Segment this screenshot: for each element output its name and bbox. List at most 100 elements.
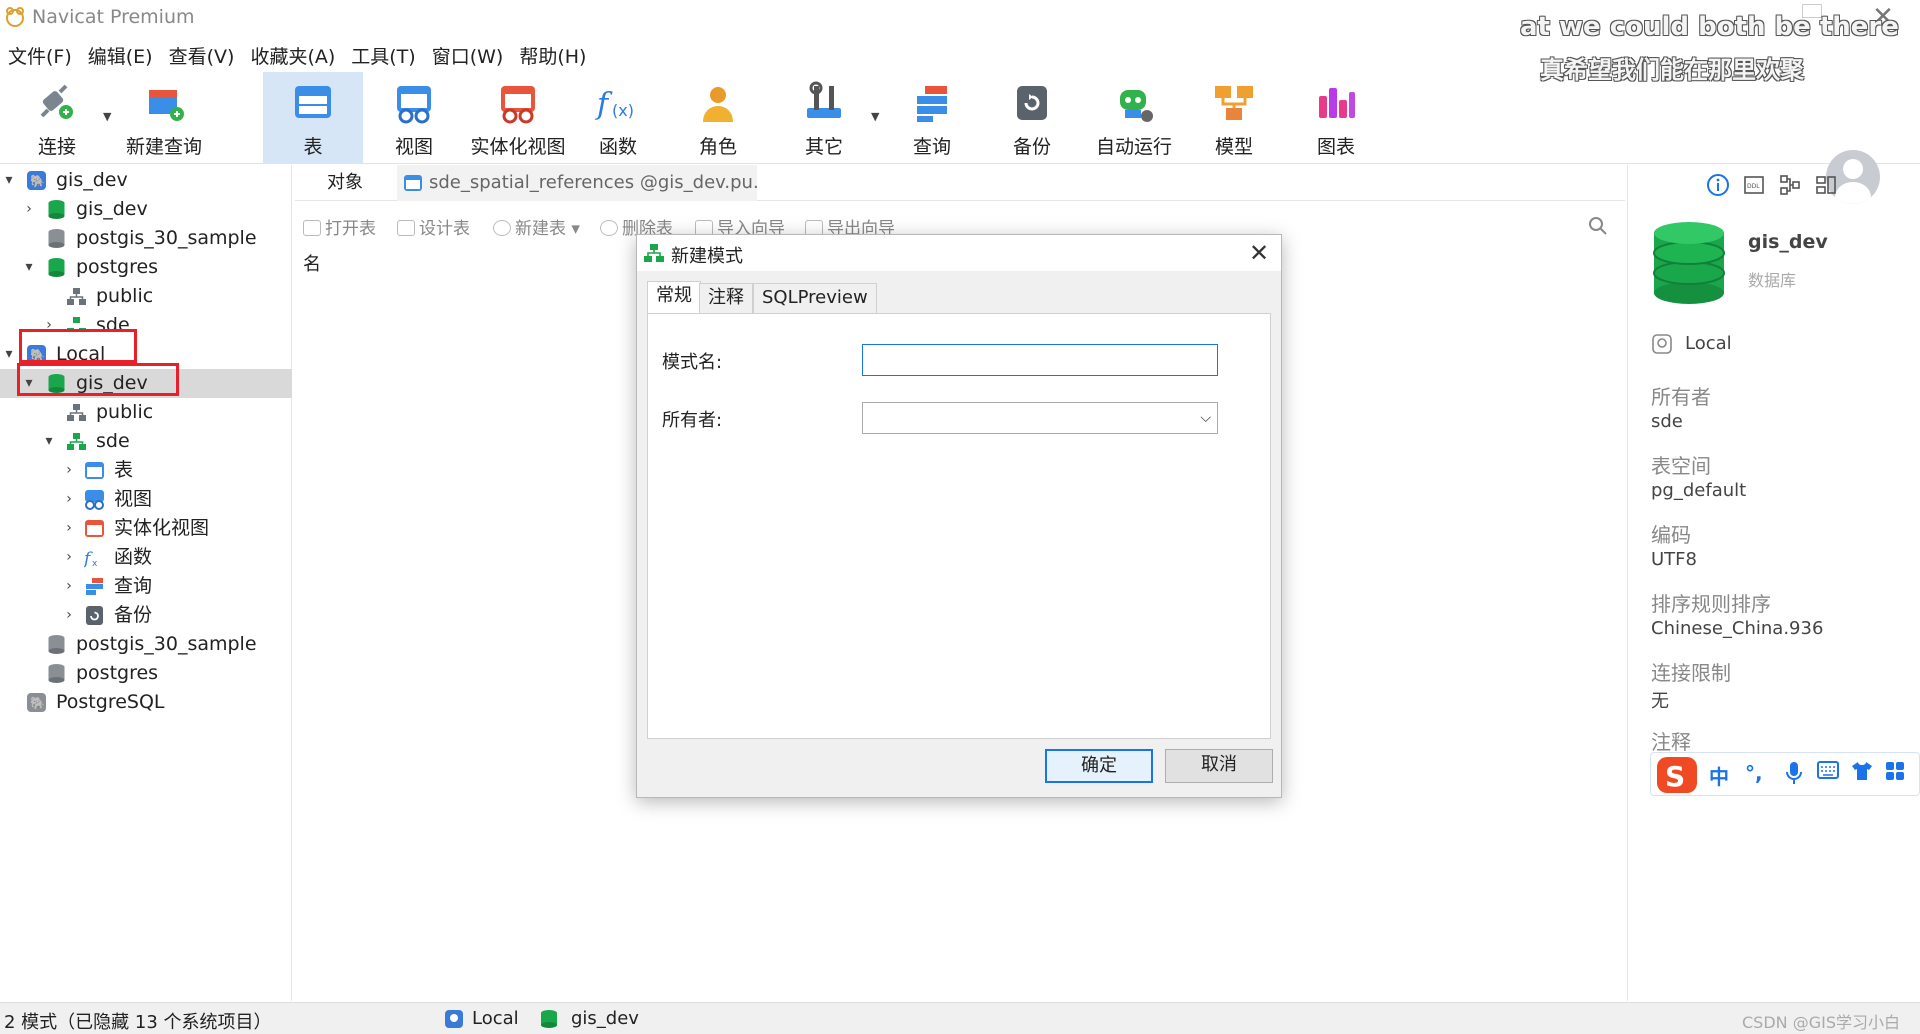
info-panel: DDL gis_dev 数据库 Local 所有者 sde 表空间 pg_def… xyxy=(1627,165,1920,1001)
tree-label: postgres xyxy=(76,662,159,684)
owner-select[interactable]: ⌵ xyxy=(862,402,1218,434)
tree-label: 表 xyxy=(114,459,134,481)
toolbar-other-button[interactable]: 其它 xyxy=(790,72,858,164)
skin-shirt-icon[interactable] xyxy=(1851,761,1873,781)
dependencies-icon[interactable] xyxy=(1778,173,1802,197)
keyboard-icon[interactable] xyxy=(1817,761,1839,779)
main-toolbar: 连接 ▼ 新建查询 表 视图 实体化视图 f (x) 函数 角色 其它 ▼ 查询… xyxy=(0,72,1920,204)
tree-schema-public[interactable]: public xyxy=(0,282,292,311)
tree-category-queries[interactable]: › 查询 xyxy=(0,572,292,601)
chevron-down-icon[interactable]: ▾ xyxy=(42,427,56,456)
chevron-right-icon[interactable]: › xyxy=(62,514,76,543)
cancel-button[interactable]: 取消 xyxy=(1165,749,1273,783)
dialog-tab-general[interactable]: 常规 xyxy=(647,281,701,313)
open-table-button[interactable]: 打开表 xyxy=(303,214,376,239)
database-icon xyxy=(48,664,65,683)
tree-label: postgres xyxy=(76,256,159,278)
ok-button[interactable]: 确定 xyxy=(1045,749,1153,783)
menu-view[interactable]: 查看(V) xyxy=(161,38,243,68)
tree-category-functions[interactable]: › fx 函数 xyxy=(0,543,292,572)
database-icon xyxy=(48,200,65,219)
tree-database-postgres[interactable]: ▾ postgres xyxy=(0,253,292,282)
pencil-icon xyxy=(397,220,415,236)
chevron-down-icon[interactable]: ▾ xyxy=(22,253,36,282)
menu-window[interactable]: 窗口(W) xyxy=(424,38,512,68)
grid-menu-icon[interactable] xyxy=(1885,761,1905,781)
chevron-right-icon[interactable]: › xyxy=(62,485,76,514)
toolbar-connect-button[interactable]: 连接 xyxy=(20,72,94,164)
database-icon xyxy=(48,229,65,248)
tree-schema-public[interactable]: public xyxy=(0,398,292,427)
menu-tools[interactable]: 工具(T) xyxy=(343,38,423,68)
backup-icon xyxy=(86,606,103,625)
window-title: Navicat Premium xyxy=(32,6,195,28)
toolbar-backup-button[interactable]: 备份 xyxy=(998,72,1066,164)
tree-category-views[interactable]: › 视图 xyxy=(0,485,292,514)
menu-file[interactable]: 文件(F) xyxy=(0,38,80,68)
menu-favorites[interactable]: 收藏夹(A) xyxy=(242,38,343,68)
title-bar: Navicat Premium ✕ at we could both be th… xyxy=(0,0,1920,84)
tree-category-backups[interactable]: › 备份 xyxy=(0,601,292,630)
search-icon[interactable] xyxy=(1588,216,1608,236)
toolbar-table-button[interactable]: 表 xyxy=(263,72,363,164)
toolbar-automation-button[interactable]: 自动运行 xyxy=(1086,72,1182,164)
sogou-ime-logo-icon[interactable]: S xyxy=(1655,755,1699,795)
microphone-icon[interactable] xyxy=(1785,761,1803,785)
dialog-close-button[interactable]: ✕ xyxy=(1243,237,1275,269)
chevron-down-icon[interactable]: ▾ xyxy=(2,340,16,369)
design-table-button[interactable]: 设计表 xyxy=(397,214,470,239)
schema-name-input[interactable] xyxy=(862,344,1218,376)
tree-schema-sde[interactable]: ▾ sde xyxy=(0,427,292,456)
new-table-button[interactable]: 新建表 ▾ xyxy=(493,214,580,239)
ime-toolbar: S 中 °, xyxy=(1650,752,1920,796)
tree-label: postgis_30_sample xyxy=(76,227,257,249)
toolbar-role-button[interactable]: 角色 xyxy=(684,72,752,164)
tree-label: sde xyxy=(96,314,130,331)
tab-objects[interactable]: 对象 xyxy=(295,165,395,201)
tree-database-gis-dev[interactable]: › gis_dev xyxy=(0,195,292,224)
toolbar-query-button[interactable]: 查询 xyxy=(898,72,966,164)
column-header-name[interactable]: 名 xyxy=(303,250,321,276)
chevron-right-icon[interactable]: › xyxy=(62,543,76,572)
menu-help[interactable]: 帮助(H) xyxy=(511,38,594,68)
tree-category-materialized-views[interactable]: › 实体化视图 xyxy=(0,514,292,543)
tab-table-document[interactable]: sde_spatial_references @gis_dev.pu... xyxy=(397,165,757,201)
tree-database-postgis-sample[interactable]: postgis_30_sample xyxy=(0,630,292,659)
tree-connection-gis-dev[interactable]: ▾ 🐘 gis_dev xyxy=(0,166,292,195)
menu-edit[interactable]: 编辑(E) xyxy=(80,38,161,68)
toolbar-materialized-view-button[interactable]: 实体化视图 xyxy=(468,72,568,164)
database-icon xyxy=(48,635,65,654)
chevron-right-icon[interactable]: › xyxy=(62,456,76,485)
tree-connection-postgresql[interactable]: 🐘 PostgreSQL xyxy=(0,688,292,717)
toolbar-new-query-button[interactable]: 新建查询 xyxy=(118,72,210,164)
role-icon xyxy=(703,87,733,122)
tree-label: public xyxy=(96,401,154,423)
chevron-right-icon[interactable]: › xyxy=(62,601,76,630)
field-label-owner: 所有者 xyxy=(1651,385,1711,409)
chevron-right-icon[interactable]: › xyxy=(62,572,76,601)
chevron-down-icon[interactable]: ▼ xyxy=(103,110,111,123)
layout-icon[interactable] xyxy=(1814,173,1838,197)
tree-schema-sde[interactable]: › sde xyxy=(0,311,292,331)
dialog-tab-comment[interactable]: 注释 xyxy=(699,283,753,313)
chevron-right-icon[interactable]: › xyxy=(22,195,36,224)
toolbar-chart-button[interactable]: 图表 xyxy=(1302,72,1370,164)
toolbar-function-button[interactable]: f (x) 函数 xyxy=(584,72,652,164)
tree-database-postgis-sample[interactable]: postgis_30_sample xyxy=(0,224,292,253)
toolbar-label: 图表 xyxy=(1316,136,1355,158)
chevron-down-icon[interactable]: ▼ xyxy=(871,110,879,123)
toolbar-view-button[interactable]: 视图 xyxy=(380,72,448,164)
chevron-down-icon[interactable]: ▾ xyxy=(2,166,16,195)
tree-category-tables[interactable]: › 表 xyxy=(0,456,292,485)
ime-punctuation[interactable]: °, xyxy=(1745,761,1763,785)
schema-icon xyxy=(67,404,86,421)
status-bar: 2 模式（已隐藏 13 个系统项目） Local gis_dev CSDN @G… xyxy=(0,1002,1920,1034)
toolbar-model-button[interactable]: 模型 xyxy=(1200,72,1268,164)
info-icon[interactable] xyxy=(1706,173,1730,197)
dialog-tab-sql-preview[interactable]: SQLPreview xyxy=(753,283,877,313)
ddl-icon[interactable]: DDL xyxy=(1742,173,1766,197)
chevron-right-icon[interactable]: › xyxy=(42,311,56,331)
toolbar-label: 视图 xyxy=(394,136,433,158)
ime-chinese-mode[interactable]: 中 xyxy=(1709,761,1729,790)
tree-database-postgres[interactable]: postgres xyxy=(0,659,292,688)
